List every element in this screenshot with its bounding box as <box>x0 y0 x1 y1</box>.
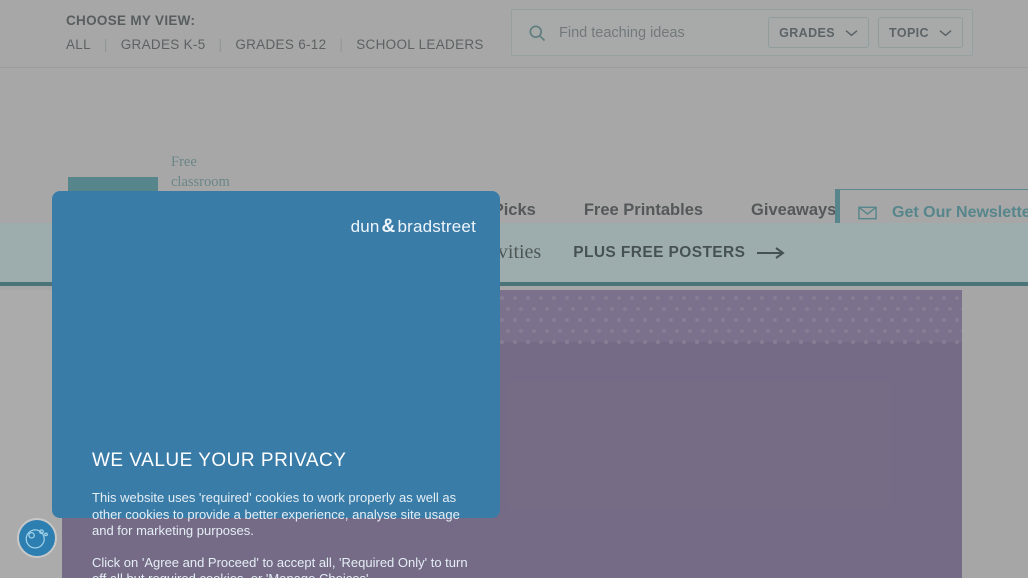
view-link-all[interactable]: ALL <box>66 37 91 52</box>
search-bar[interactable]: Find teaching ideas GRADES TOPIC <box>511 9 973 56</box>
topic-filter-label: TOPIC <box>889 25 929 40</box>
search-input[interactable]: Find teaching ideas <box>559 25 768 41</box>
chevron-down-icon <box>939 29 952 36</box>
chevron-down-icon <box>845 29 858 36</box>
view-separator: | <box>339 37 344 52</box>
view-link-grades-612[interactable]: GRADES 6-12 <box>235 37 326 52</box>
hero-right-gutter <box>962 290 1028 578</box>
view-link-grades-k5[interactable]: GRADES K-5 <box>121 37 206 52</box>
utility-bar: CHOOSE MY VIEW: ALL | GRADES K-5 | GRADE… <box>0 0 1028 68</box>
grades-filter-label: GRADES <box>779 25 836 40</box>
privacy-paragraph-1: This website uses 'required' cookies to … <box>92 490 460 539</box>
nav-item-giveaways[interactable]: Giveaways <box>751 201 836 220</box>
nav-item-free-printables[interactable]: Free Printables <box>584 201 703 220</box>
modal-title: WE VALUE YOUR PRIVACY <box>92 450 347 471</box>
accessibility-glyph-icon <box>25 529 48 549</box>
envelope-icon <box>858 206 877 219</box>
modal-body: This website uses 'required' cookies to … <box>92 490 468 578</box>
logo-suffix: bradstreet <box>397 217 476 236</box>
logo-ampersand: & <box>381 216 396 237</box>
search-icon <box>529 25 546 41</box>
promo-cta-link[interactable]: PLUS FREE POSTERS <box>573 243 786 262</box>
view-link-school-leaders[interactable]: SCHOOL LEADERS <box>356 37 484 52</box>
privacy-paragraph-2: Click on 'Agree and Proceed' to accept a… <box>92 555 468 578</box>
topic-filter-dropdown[interactable]: TOPIC <box>878 17 963 48</box>
view-filter-links: ALL | GRADES K-5 | GRADES 6-12 | SCHOOL … <box>66 37 484 52</box>
view-separator: | <box>103 37 108 52</box>
view-separator: | <box>218 37 223 52</box>
accessibility-icon[interactable] <box>17 518 57 558</box>
privacy-consent-modal: dun & bradstreet WE VALUE YOUR PRIVACY T… <box>52 191 500 578</box>
dun-bradstreet-logo: dun & bradstreet <box>351 216 476 238</box>
logo-prefix: dun <box>350 217 380 236</box>
promo-cta-label: PLUS FREE POSTERS <box>573 243 746 261</box>
privacy-instructions: Click on 'Agree and Proceed' to accept a… <box>92 554 468 578</box>
arrow-right-icon <box>757 246 786 259</box>
grades-filter-dropdown[interactable]: GRADES <box>768 17 870 48</box>
choose-view-label: CHOOSE MY VIEW: <box>66 13 196 28</box>
newsletter-label: Get Our Newsletter <box>892 203 1028 221</box>
